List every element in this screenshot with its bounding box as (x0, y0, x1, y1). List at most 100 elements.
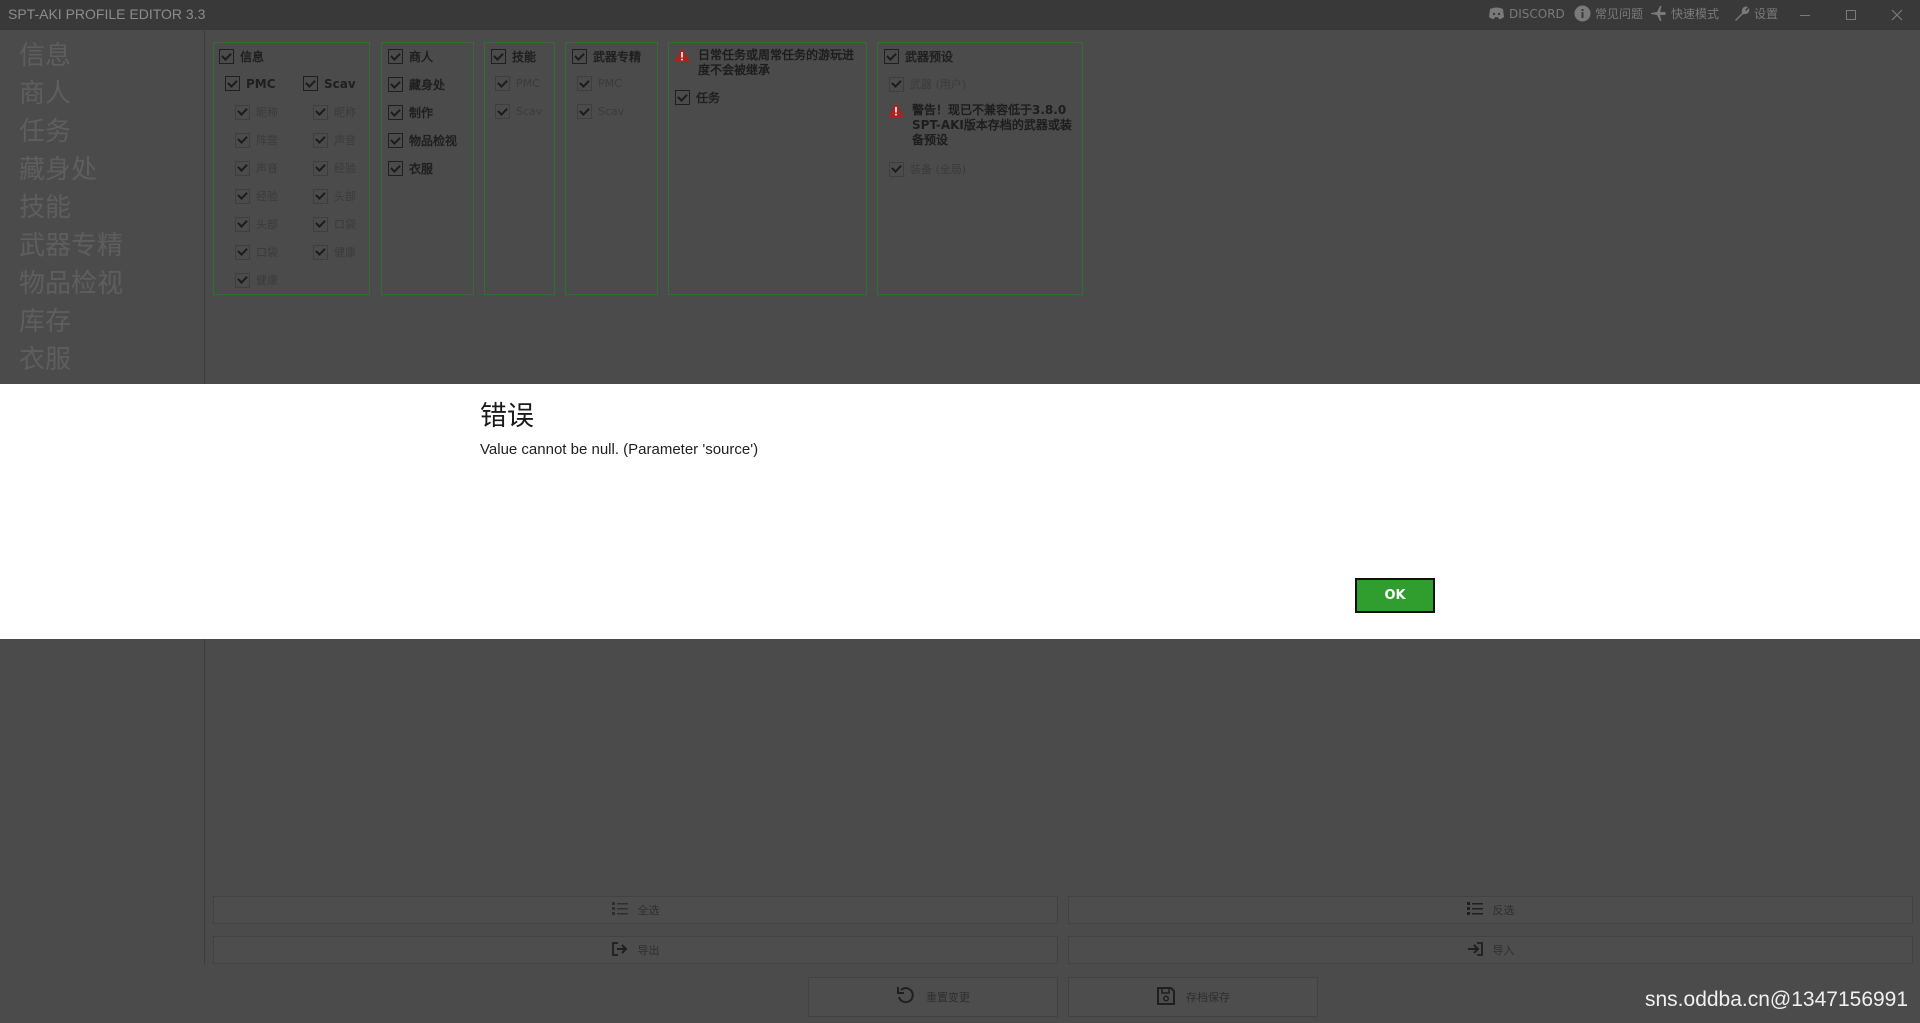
checkbox-weapons-user[interactable]: 武器 (用户) (889, 76, 966, 92)
settings-link[interactable]: 设置 (1733, 5, 1778, 22)
checkbox-box (235, 104, 250, 120)
checkbox-box (235, 244, 250, 260)
checkbox-box (235, 188, 250, 204)
checkbox-label: 信息 (240, 50, 265, 64)
checkbox-box (889, 76, 904, 92)
faq-link[interactable]: 常见问题 (1574, 5, 1643, 22)
checkbox-mastering-scav[interactable]: Scav (577, 104, 624, 119)
checkbox-box (235, 160, 250, 176)
minimize-button[interactable] (1782, 0, 1828, 30)
app-title: SPT-AKI PROFILE EDITOR 3.3 (8, 6, 206, 22)
checkbox-examined[interactable]: 物品检视 (388, 132, 457, 149)
checkbox-box (313, 216, 328, 232)
watermark: sns.oddba.cn@1347156991 (1645, 988, 1909, 1011)
close-icon (1891, 6, 1903, 25)
sidebar-item-clothing[interactable]: 衣服 (19, 344, 71, 376)
checkbox-label: Scav (516, 105, 543, 118)
export-button[interactable]: 导出 (213, 936, 1058, 964)
checkbox-mastering-pmc[interactable]: PMC (577, 76, 622, 91)
checkbox-label: 昵称 (256, 106, 278, 119)
checkbox-pmc-side[interactable]: 阵营 (235, 132, 278, 148)
checkbox-box (572, 49, 587, 64)
checkbox-label: 衣服 (409, 162, 434, 176)
button-label: 全选 (637, 904, 660, 917)
checkbox-info-scav[interactable]: Scav (303, 76, 356, 91)
checkbox-info-pmc[interactable]: PMC (225, 76, 276, 91)
checkbox-pmc-experience[interactable]: 经验 (235, 188, 278, 204)
button-label: 重置变更 (926, 991, 970, 1004)
checkbox-hideout[interactable]: 藏身处 (388, 76, 445, 93)
checkbox-pmc-nickname[interactable]: 昵称 (235, 104, 278, 120)
wrench-icon (1733, 5, 1750, 22)
faq-label: 常见问题 (1595, 7, 1644, 21)
checkbox-traders[interactable]: 商人 (388, 48, 433, 65)
warning-icon (674, 48, 690, 78)
checkbox-scav-pocket[interactable]: 口袋 (313, 216, 356, 232)
checkbox-pmc-voice[interactable]: 声音 (235, 160, 278, 176)
sidebar-item-mastering[interactable]: 武器专精 (19, 230, 123, 262)
checkbox-label: 商人 (409, 50, 434, 64)
warning-icon (888, 103, 904, 148)
checkbox-info[interactable]: 信息 (219, 48, 264, 65)
checkbox-mastering[interactable]: 武器专精 (572, 48, 641, 65)
minimize-icon (1799, 6, 1811, 25)
maximize-button[interactable] (1828, 0, 1874, 30)
sidebar-item-hideout[interactable]: 藏身处 (19, 154, 97, 186)
discord-label: DISCORD (1509, 6, 1565, 21)
checkbox-pmc-head[interactable]: 头部 (235, 216, 278, 232)
save-icon (1156, 986, 1176, 1009)
checkbox-scav-health[interactable]: 健康 (313, 244, 356, 260)
settings-label: 设置 (1754, 7, 1779, 21)
checkbox-skills-pmc[interactable]: PMC (495, 76, 540, 91)
checkbox-label: 头部 (334, 190, 356, 203)
checkbox-box (388, 161, 403, 176)
ok-button[interactable]: OK (1355, 578, 1435, 613)
save-profile-button[interactable]: 存档保存 (1068, 977, 1318, 1017)
checkbox-label: 声音 (334, 134, 356, 147)
close-button[interactable] (1874, 0, 1920, 30)
checkbox-label: 健康 (256, 274, 278, 287)
checkbox-label: PMC (246, 76, 276, 91)
button-label: 导出 (637, 944, 660, 957)
select-all-button[interactable]: 全选 (213, 896, 1058, 924)
checkbox-equipment-global[interactable]: 装备 (全局) (889, 161, 966, 177)
checkbox-scav-experience[interactable]: 经验 (313, 160, 356, 176)
checkbox-skills-scav[interactable]: Scav (495, 104, 542, 119)
checkbox-crafts[interactable]: 制作 (388, 104, 433, 121)
checkbox-label: 声音 (256, 162, 278, 175)
checkbox-label: Scav (598, 105, 625, 118)
sidebar-item-examined[interactable]: 物品检视 (19, 268, 123, 300)
checkbox-clothing[interactable]: 衣服 (388, 160, 433, 177)
sidebar-item-quests[interactable]: 任务 (19, 116, 71, 148)
invert-selection-button[interactable]: 反选 (1068, 896, 1913, 924)
error-dialog: 错误 Value cannot be null. (Parameter 'sou… (0, 384, 1920, 639)
group-quests (668, 42, 867, 295)
checkbox-label: 武器预设 (905, 50, 954, 64)
checkbox-skills[interactable]: 技能 (491, 48, 536, 65)
checkbox-box (313, 244, 328, 260)
checkbox-label: PMC (516, 77, 540, 90)
warning-text: 警告！现已不兼容低于3.8.0 SPT-AKI版本存档的武器或装备预设 (912, 103, 1072, 147)
checkbox-scav-head[interactable]: 头部 (313, 188, 356, 204)
title-bar: SPT-AKI PROFILE EDITOR 3.3 DISCORD 常见问题 … (0, 0, 1920, 30)
checkbox-pmc-health[interactable]: 健康 (235, 272, 278, 288)
import-button[interactable]: 导入 (1068, 936, 1913, 964)
checkbox-label: Scav (324, 76, 356, 91)
sidebar-item-skills[interactable]: 技能 (19, 192, 71, 224)
reset-changes-button[interactable]: 重置变更 (808, 977, 1058, 1017)
fast-mode-link[interactable]: 快速模式 (1650, 5, 1719, 22)
sidebar-item-stash[interactable]: 库存 (19, 306, 71, 338)
checkbox-scav-nickname[interactable]: 昵称 (313, 104, 356, 120)
discord-link[interactable]: DISCORD (1488, 5, 1565, 22)
checkbox-box (388, 133, 403, 148)
sidebar-item-traders[interactable]: 商人 (19, 78, 71, 110)
checkbox-label: 昵称 (334, 106, 356, 119)
checkbox-scav-voice[interactable]: 声音 (313, 132, 356, 148)
checkbox-pmc-pocket[interactable]: 口袋 (235, 244, 278, 260)
checkbox-quests[interactable]: 任务 (675, 89, 720, 106)
sidebar-item-info[interactable]: 信息 (19, 40, 71, 72)
app-window: SPT-AKI PROFILE EDITOR 3.3 DISCORD 常见问题 … (0, 0, 1920, 1023)
checkbox-label: 武器专精 (593, 50, 642, 64)
warning-text: 日常任务或周常任务的游玩进度不会被继承 (698, 48, 855, 77)
checkbox-presets[interactable]: 武器预设 (884, 48, 953, 65)
